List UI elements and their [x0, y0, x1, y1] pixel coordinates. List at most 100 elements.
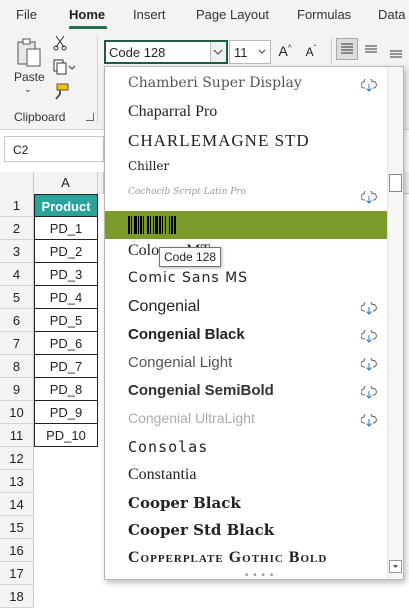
row-header[interactable]: 18 — [0, 585, 34, 608]
row-header[interactable]: 6 — [0, 309, 34, 332]
font-item[interactable]: Congenial UltraLight — [105, 406, 387, 434]
font-dropdown-list: Chamberi Super Display Chaparral Pro CHARL… — [104, 66, 404, 580]
clipboard-launcher-icon[interactable] — [86, 113, 94, 121]
font-name-combobox[interactable]: Code 128 — [104, 40, 228, 64]
table-cell[interactable]: PD_2 — [34, 240, 98, 263]
font-size-value[interactable]: 11 — [234, 45, 248, 60]
font-item-label: Congenial UltraLight — [128, 409, 255, 426]
format-painter-icon[interactable] — [52, 83, 70, 101]
paste-button[interactable]: Paste — [14, 70, 45, 84]
font-item[interactable]: Constantia — [105, 462, 387, 490]
font-item-label: CHARLEMAGNE STD — [128, 130, 310, 150]
font-item[interactable]: Chaparral Pro — [105, 99, 387, 127]
row-header[interactable]: 4 — [0, 263, 34, 286]
table-cell[interactable]: PD_4 — [34, 286, 98, 309]
font-item-selected[interactable] — [105, 210, 387, 239]
name-box[interactable]: C2 — [4, 136, 104, 162]
scroll-down-arrow-icon[interactable] — [389, 560, 402, 573]
tab-page-layout[interactable]: Page Layout — [196, 7, 269, 22]
table-cell[interactable]: PD_10 — [34, 424, 98, 447]
increase-font-size-icon[interactable]: A^ — [274, 40, 296, 62]
resize-grip-icon[interactable]: • • • • — [245, 570, 274, 579]
cloud-download-icon — [360, 356, 377, 374]
font-item[interactable]: Congenial — [105, 294, 387, 322]
table-cell[interactable]: PD_6 — [34, 332, 98, 355]
tab-file[interactable]: File — [16, 7, 37, 22]
scrollbar-thumb[interactable] — [389, 174, 402, 192]
tab-insert[interactable]: Insert — [133, 7, 166, 22]
font-item[interactable]: Cochocib Script Latin Pro — [105, 183, 387, 211]
table-cell[interactable]: PD_5 — [34, 309, 98, 332]
select-all-corner[interactable] — [0, 172, 34, 194]
font-dropdown-chevron-icon[interactable] — [210, 42, 226, 62]
font-item-label: Copperplate Gothic Bold — [128, 549, 328, 567]
row-header[interactable]: 11 — [0, 424, 34, 447]
column-header-a[interactable]: A — [34, 172, 98, 194]
row-header[interactable]: 9 — [0, 378, 34, 401]
font-item-label: Consolas — [128, 437, 209, 456]
font-item[interactable]: Consolas — [105, 434, 387, 462]
table-cell[interactable]: PD_3 — [34, 263, 98, 286]
row-header[interactable]: 14 — [0, 493, 34, 516]
group-divider — [97, 36, 98, 124]
paste-chevron-icon[interactable]: ⌄ — [24, 84, 32, 95]
font-item[interactable]: Congenial Black — [105, 322, 387, 350]
font-item[interactable]: Cooper Std Black — [105, 517, 387, 545]
cloud-download-icon — [360, 384, 377, 402]
cut-icon[interactable] — [52, 35, 68, 51]
font-item[interactable]: Colonna MT — [105, 238, 387, 266]
name-box-value[interactable]: C2 — [13, 143, 28, 157]
font-item[interactable]: Chamberi Super Display — [105, 71, 387, 99]
table-cell[interactable]: PD_7 — [34, 355, 98, 378]
cloud-download-icon — [360, 412, 377, 430]
table-header-cell[interactable]: Product — [34, 194, 98, 217]
font-item-label: Chiller — [128, 158, 170, 173]
cloud-download-icon — [360, 77, 377, 95]
font-item[interactable]: Comic Sans MS — [105, 266, 387, 294]
table-cell[interactable]: PD_1 — [34, 217, 98, 240]
cloud-download-icon — [360, 300, 377, 318]
font-size-combobox[interactable]: 11 — [229, 40, 271, 64]
font-item-label: Congenial Black — [128, 326, 245, 344]
font-item[interactable]: Congenial Light — [105, 350, 387, 378]
row-header[interactable]: 16 — [0, 539, 34, 562]
row-header[interactable]: 8 — [0, 355, 34, 378]
row-header[interactable]: 1 — [0, 194, 34, 217]
font-item[interactable]: CHARLEMAGNE STD — [105, 127, 387, 155]
align-middle-icon[interactable] — [362, 40, 380, 58]
barcode-preview-icon — [128, 215, 177, 234]
font-item[interactable]: Cooper Black — [105, 490, 387, 518]
row-header[interactable]: 12 — [0, 447, 34, 470]
align-top-icon[interactable] — [336, 38, 358, 60]
tab-home[interactable]: Home — [69, 7, 105, 22]
font-item[interactable]: Chiller — [105, 155, 387, 183]
font-item-label: Chamberi Super Display — [128, 75, 302, 91]
font-item-label: Congenial — [128, 298, 201, 316]
row-header[interactable]: 5 — [0, 286, 34, 309]
row-header[interactable]: 3 — [0, 240, 34, 263]
align-bottom-icon[interactable] — [387, 44, 405, 62]
font-item[interactable]: Congenial SemiBold — [105, 378, 387, 406]
decrease-font-size-icon[interactable]: Aˇ — [300, 40, 322, 62]
row-header[interactable]: 10 — [0, 401, 34, 424]
dropdown-scrollbar[interactable] — [387, 67, 403, 579]
row-header[interactable]: 15 — [0, 516, 34, 539]
row-header[interactable]: 7 — [0, 332, 34, 355]
font-item-label: Chaparral Pro — [128, 102, 218, 120]
font-name-value[interactable]: Code 128 — [109, 45, 165, 60]
font-item-label: Congenial SemiBold — [128, 381, 274, 399]
copy-icon[interactable] — [52, 59, 76, 75]
clipboard-group-label: Clipboard — [14, 110, 66, 124]
paste-icon[interactable] — [14, 38, 44, 68]
active-tab-indicator — [69, 26, 107, 29]
cloud-download-icon — [360, 188, 377, 207]
row-header[interactable]: 2 — [0, 217, 34, 240]
table-cell[interactable]: PD_9 — [34, 401, 98, 424]
row-header[interactable]: 17 — [0, 562, 34, 585]
row-header[interactable]: 13 — [0, 470, 34, 493]
table-cell[interactable]: PD_8 — [34, 378, 98, 401]
font-item-label: Congenial Light — [128, 354, 233, 371]
font-size-chevron-icon[interactable] — [257, 43, 267, 64]
tab-data[interactable]: Data — [378, 7, 405, 22]
tab-formulas[interactable]: Formulas — [297, 7, 351, 22]
